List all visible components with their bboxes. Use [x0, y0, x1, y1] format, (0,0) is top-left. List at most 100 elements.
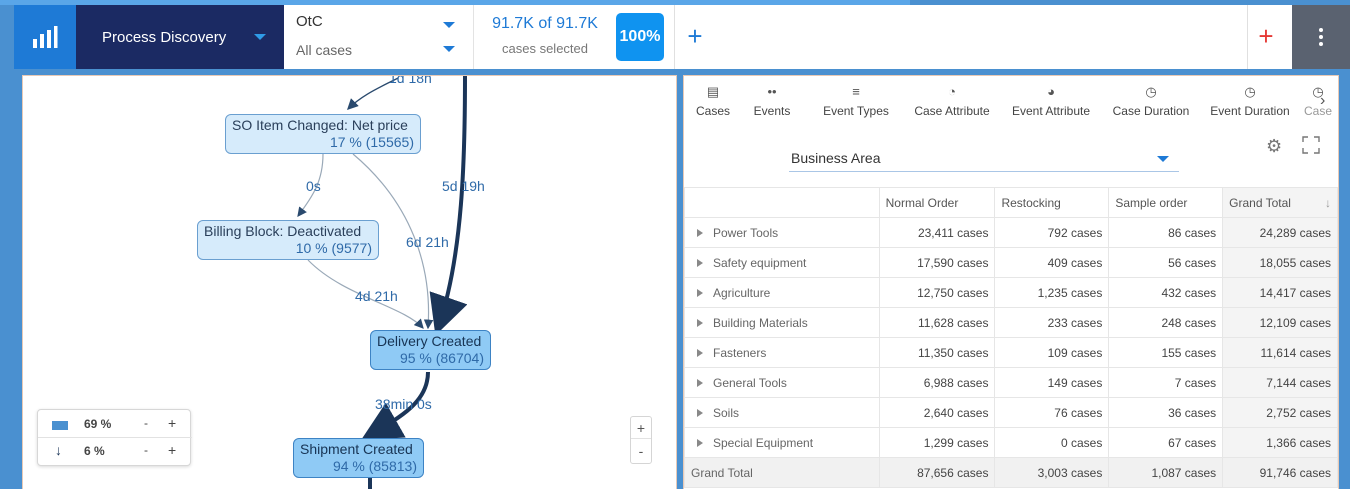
table-row[interactable]: Safety equipment 17,590 cases 409 cases 56 …: [684, 247, 1338, 278]
value-cell: 87,656 cases: [878, 457, 996, 488]
activity-node[interactable]: Shipment Created 94 % (85813): [293, 438, 424, 478]
gear-icon[interactable]: ⚙: [1266, 136, 1282, 157]
tab-cases[interactable]: ▤ Cases: [688, 82, 738, 126]
dimension-select[interactable]: Business Area: [789, 148, 1179, 172]
paths-decrease-button[interactable]: -: [144, 443, 148, 457]
pie-chart-icon: ◔: [948, 84, 956, 99]
activities-slider-row: 69 % - +: [38, 412, 192, 438]
app-selector[interactable]: Process Discovery: [76, 5, 284, 69]
activity-value: 10 % (9577): [295, 240, 372, 256]
table-row[interactable]: Agriculture 12,750 cases 1,235 cases 432 ca…: [684, 277, 1338, 308]
add-filter-button[interactable]: +: [682, 21, 708, 51]
add-view-button[interactable]: +: [1252, 21, 1280, 51]
row-label-cell[interactable]: Safety equipment: [684, 247, 880, 278]
event-dots-icon: ••: [767, 84, 777, 99]
sort-down-icon[interactable]: ↓: [1325, 196, 1331, 210]
expand-row-icon[interactable]: [697, 229, 703, 238]
grand-total-cell: 7,144 cases: [1222, 367, 1338, 398]
table-row[interactable]: Fasteners 11,350 cases 109 cases 155 cases 1…: [684, 337, 1338, 368]
grand-total-cell: 91,746 cases: [1222, 457, 1338, 488]
table-row[interactable]: Soils 2,640 cases 76 cases 36 cases 2,752 ca…: [684, 397, 1338, 428]
activities-increase-button[interactable]: +: [168, 415, 176, 431]
row-label: General Tools: [713, 375, 787, 390]
chevron-down-icon[interactable]: [443, 22, 455, 28]
table-row[interactable]: Special Equipment 1,299 cases 0 cases 67 ca…: [684, 427, 1338, 458]
column-header-grand-total[interactable]: Grand Total ↓: [1222, 187, 1338, 218]
row-label-cell[interactable]: General Tools: [684, 367, 880, 398]
value-cell: 76 cases: [994, 397, 1110, 428]
process-selector[interactable]: OtC All cases: [284, 5, 474, 69]
kebab-menu-icon[interactable]: [1292, 5, 1350, 69]
tab-event-attribute[interactable]: ◕ Event Attribute: [1002, 82, 1100, 126]
value-cell: 12,750 cases: [878, 277, 996, 308]
tab-label: Event Attribute: [1011, 104, 1091, 118]
column-header[interactable]: Restocking: [994, 187, 1110, 218]
activities-decrease-button[interactable]: -: [144, 416, 148, 430]
tab-label: Events: [753, 104, 791, 118]
row-label-cell[interactable]: Power Tools: [684, 217, 880, 248]
process-map-panel[interactable]: 1d 18h 0s 5d 19h 6d 21h 4d 21h 38min 0s …: [22, 75, 677, 489]
value-cell: 3,003 cases: [994, 457, 1110, 488]
edge-label: 1d 18h: [389, 75, 432, 86]
tab-label: Case Attribute: [914, 104, 990, 118]
grand-total-cell: 18,055 cases: [1222, 247, 1338, 278]
tab-event-types[interactable]: ≡ Event Types: [810, 82, 902, 126]
tab-label: Event Duration: [1210, 104, 1290, 118]
cases-selected-summary[interactable]: 91.7K of 91.7K cases selected: [480, 5, 610, 69]
chevron-right-icon[interactable]: ›: [1320, 92, 1325, 110]
activity-label: SO Item Changed: Net price: [232, 117, 408, 133]
value-cell: 0 cases: [994, 427, 1110, 458]
value-cell: 23,411 cases: [878, 217, 996, 248]
expand-row-icon[interactable]: [697, 259, 703, 268]
dimension-select-value: Business Area: [791, 150, 881, 166]
value-cell: 1,235 cases: [994, 277, 1110, 308]
percent-badge[interactable]: 100%: [616, 13, 664, 61]
expand-row-icon[interactable]: [697, 319, 703, 328]
column-header[interactable]: Normal Order: [878, 187, 996, 218]
zoom-in-button[interactable]: +: [631, 417, 651, 439]
row-label-cell[interactable]: Building Materials: [684, 307, 880, 338]
chevron-down-icon[interactable]: [443, 46, 455, 52]
activity-node[interactable]: Delivery Created 95 % (86704): [370, 330, 491, 370]
statistics-tabs: ▤ Cases •• Events ≡ Event Types ◔ Case A…: [684, 76, 1338, 128]
grand-total-cell: 14,417 cases: [1222, 277, 1338, 308]
table-total-row: Grand Total 87,656 cases 3,003 cases 1,087 …: [684, 457, 1338, 488]
expand-row-icon[interactable]: [697, 409, 703, 418]
filter-label: All cases: [296, 42, 353, 58]
value-cell: 86 cases: [1108, 217, 1224, 248]
expand-row-icon[interactable]: [697, 379, 703, 388]
column-header[interactable]: Sample order: [1108, 187, 1224, 218]
edge-label: 6d 21h: [406, 234, 449, 250]
table-row[interactable]: General Tools 6,988 cases 149 cases 7 cases…: [684, 367, 1338, 398]
activity-node[interactable]: Billing Block: Deactivated 10 % (9577): [197, 220, 379, 260]
tab-case-attribute[interactable]: ◔ Case Attribute: [906, 82, 998, 126]
tab-case-partial[interactable]: ◷ Case: [1298, 82, 1338, 126]
tab-case-duration[interactable]: ◷ Case Duration: [1102, 82, 1200, 126]
tab-events[interactable]: •• Events: [746, 82, 798, 126]
row-label-cell[interactable]: Soils: [684, 397, 880, 428]
row-label-cell[interactable]: Special Equipment: [684, 427, 880, 458]
bar-chart-logo-icon[interactable]: [14, 5, 76, 69]
table-row[interactable]: Building Materials 11,628 cases 233 cases 2…: [684, 307, 1338, 338]
activity-node[interactable]: SO Item Changed: Net price 17 % (15565): [225, 114, 421, 154]
grand-total-cell: 12,109 cases: [1222, 307, 1338, 338]
app-selector-label: Process Discovery: [102, 28, 227, 46]
paths-increase-button[interactable]: +: [168, 442, 176, 458]
value-cell: 155 cases: [1108, 337, 1224, 368]
paths-slider-row: ↓ 6 % - +: [38, 439, 192, 465]
row-label-cell[interactable]: Fasteners: [684, 337, 880, 368]
expand-row-icon[interactable]: [697, 349, 703, 358]
tab-event-duration[interactable]: ◷ Event Duration: [1200, 82, 1300, 126]
value-cell: 1,087 cases: [1108, 457, 1224, 488]
table-row[interactable]: Power Tools 23,411 cases 792 cases 86 cases…: [684, 217, 1338, 248]
zoom-out-button[interactable]: -: [631, 440, 651, 462]
activity-label: Shipment Created: [300, 441, 413, 457]
value-cell: 233 cases: [994, 307, 1110, 338]
row-label-cell[interactable]: Agriculture: [684, 277, 880, 308]
tab-label: Event Types: [823, 104, 889, 118]
activity-label: Delivery Created: [377, 333, 482, 349]
expand-row-icon[interactable]: [697, 439, 703, 448]
fullscreen-icon[interactable]: [1302, 136, 1320, 154]
expand-row-icon[interactable]: [697, 289, 703, 298]
divider: [674, 5, 675, 69]
